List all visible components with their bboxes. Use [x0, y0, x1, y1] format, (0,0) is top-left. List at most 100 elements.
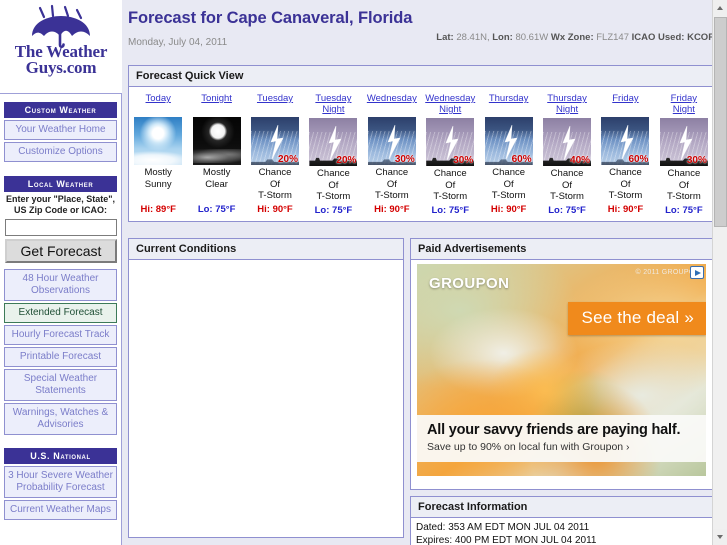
forecast-column: Friday Night 30% Chance Of T-Storm Lo: 75°F [655, 89, 713, 218]
sidebar-item-customize-options[interactable]: Customize Options [4, 142, 117, 162]
zip-note-line1: Enter your "Place, State", [5, 194, 116, 204]
groupon-ad-banner[interactable]: GROUPON © 2011 GROUPON See the deal » Al… [417, 264, 706, 476]
forecast-column: Tuesday Night 20% Chance Of T-Storm Lo: 75°F [304, 89, 362, 218]
scroll-up-arrow-icon[interactable] [713, 0, 727, 16]
forecast-information-panel: Forecast Information Dated: 353 AM EDT M… [410, 496, 714, 545]
current-conditions-body [129, 260, 403, 268]
icao-value: KCOF [687, 32, 714, 43]
tstorm-day-icon: 30% [367, 117, 416, 165]
sunny-icon [134, 117, 183, 165]
forecast-description: Chance Of T-Storm [433, 168, 468, 202]
forecast-description: Mostly Clear [202, 167, 231, 190]
forecast-column: Thursday 60% Chance Of T-Storm Hi: 90°F [479, 89, 537, 218]
quick-view-title: Forecast Quick View [129, 66, 713, 87]
forecast-description: Chance Of T-Storm [550, 168, 584, 202]
forecast-day-link[interactable]: Tonight [188, 89, 244, 117]
site-logo[interactable]: The Weather Guys.com [0, 0, 122, 94]
forecast-day-link[interactable]: Tuesday [247, 89, 303, 117]
scrollbar-thumb[interactable] [714, 17, 727, 227]
forecast-temperature: Lo: 75°F [197, 204, 236, 215]
tstorm-day-icon: 60% [484, 117, 533, 165]
forecast-column: Wednesday Night 30% Chance Of T-Storm Lo: 75°F [421, 89, 479, 218]
forecast-quick-view-panel: Forecast Quick View Today Mostly Sunny Hi: … [128, 65, 714, 222]
forecast-temperature: Lo: 75°F [431, 205, 470, 216]
precip-probability: 40% [570, 155, 591, 166]
zip-entry-note: Enter your "Place, State", US Zip Code o… [4, 194, 117, 216]
forecast-information-title: Forecast Information [411, 497, 713, 518]
sidebar-item-48-hour-observations[interactable]: 48 Hour Weather Observations [4, 269, 117, 301]
precip-probability: 20% [336, 155, 357, 166]
lon-value: 80.61W [515, 32, 549, 43]
groupon-logo: GROUPON [429, 275, 510, 292]
zip-note-line2: US Zip Code or ICAO: [14, 205, 107, 215]
forecast-day-link[interactable]: Today [130, 89, 186, 117]
main-content: Forecast for Cape Canaveral, Florida Mon… [122, 0, 720, 545]
sidebar-item-current-weather-maps[interactable]: Current Weather Maps [4, 500, 117, 520]
forecast-description: Chance Of T-Storm [666, 168, 701, 202]
sidebar-heading-local-weather: Local Weather [4, 176, 117, 192]
forecast-dated: Dated: 353 AM EDT MON JUL 04 2011 [416, 522, 590, 533]
forecast-description: Chance Of T-Storm [316, 168, 351, 202]
tstorm-night-icon: 40% [543, 118, 592, 166]
ad-headline: All your savvy friends are paying half. [427, 422, 681, 438]
forecast-temperature: Hi: 90°F [490, 204, 527, 215]
wx-zone-label: Wx Zone: [550, 32, 594, 43]
location-metadata: Lat: 28.41N, Lon: 80.61W Wx Zone: FLZ147… [436, 32, 714, 43]
forecast-day-link[interactable]: Tuesday Night [305, 89, 361, 118]
sidebar-item-your-weather-home[interactable]: Your Weather Home [4, 120, 117, 140]
forecast-temperature: Lo: 75°F [548, 205, 586, 216]
sidebar-item-warnings-watches-advisories[interactable]: Warnings, Watches & Advisories [4, 403, 117, 435]
tstorm-night-icon: 20% [309, 118, 358, 166]
sidebar-item-3-hour-severe-weather-probability[interactable]: 3 Hour Severe Weather Probability Foreca… [4, 466, 117, 498]
forecast-day-link[interactable]: Wednesday [364, 89, 420, 117]
ad-container: GROUPON © 2011 GROUPON See the deal » Al… [411, 260, 713, 482]
forecast-column: Today Mostly Sunny Hi: 89°F [129, 89, 187, 218]
scroll-down-arrow-icon[interactable] [713, 529, 727, 545]
ad-subline: Save up to 90% on local fun with Groupon… [427, 441, 630, 453]
forecast-column: Thursday Night 40% Chance Of T-Storm Lo: 75°F [538, 89, 596, 218]
header-subline: Monday, July 04, 2011 Lat: 28.41N, Lon: … [122, 28, 720, 48]
forecast-temperature: Hi: 90°F [257, 204, 293, 215]
forecast-description: Chance Of T-Storm [374, 167, 409, 201]
location-search-input[interactable] [5, 219, 117, 236]
forecast-information-body: Dated: 353 AM EDT MON JUL 04 2011 Expire… [411, 518, 713, 545]
adchoices-icon[interactable] [690, 266, 704, 279]
lon-label: Lon: [492, 32, 513, 43]
sidebar-item-printable-forecast[interactable]: Printable Forecast [4, 347, 117, 367]
tstorm-night-icon: 30% [426, 118, 475, 166]
forecast-day-link[interactable]: Thursday [480, 89, 536, 117]
tstorm-day-icon: 60% [601, 117, 650, 165]
precip-probability: 30% [394, 154, 415, 165]
forecast-description: Mostly Sunny [144, 167, 172, 190]
quick-view-body: Today Mostly Sunny Hi: 89°F Tonight Mostly Cle… [129, 87, 713, 221]
forecast-day-link[interactable]: Wednesday Night [422, 89, 478, 118]
forecast-columns: Today Mostly Sunny Hi: 89°F Tonight Mostly Cle… [129, 89, 713, 218]
sidebar: The Weather Guys.com Custom Weather Your… [0, 0, 122, 545]
forecast-column: Tuesday 20% Chance Of T-Storm Hi: 90°F [246, 89, 304, 218]
icao-label: ICAO Used: [631, 32, 685, 43]
ad-caption: All your savvy friends are paying half. … [417, 415, 706, 462]
forecast-date: Monday, July 04, 2011 [128, 37, 228, 48]
see-the-deal-button[interactable]: See the deal » [567, 302, 706, 335]
current-conditions-panel: Current Conditions [128, 238, 404, 538]
paid-advertisements-title: Paid Advertisements [411, 239, 713, 260]
precip-probability: 60% [511, 154, 532, 165]
paid-advertisements-panel: Paid Advertisements GROUPON © 2011 GROUP… [410, 238, 714, 490]
forecast-day-link[interactable]: Friday Night [656, 89, 712, 118]
sidebar-item-extended-forecast[interactable]: Extended Forecast [4, 303, 117, 323]
forecast-column: Wednesday 30% Chance Of T-Storm Hi: 90°F [363, 89, 421, 218]
sidebar-item-special-weather-statements[interactable]: Special Weather Statements [4, 369, 117, 401]
forecast-temperature: Hi: 89°F [140, 204, 176, 215]
tstorm-day-icon: 20% [251, 117, 300, 165]
forecast-description: Chance Of T-Storm [258, 167, 292, 201]
get-forecast-button[interactable]: Get Forecast [5, 239, 117, 263]
forecast-temperature: Lo: 75°F [314, 205, 353, 216]
sidebar-item-hourly-forecast-track[interactable]: Hourly Forecast Track [4, 325, 117, 345]
weather-forecast-page: The Weather Guys.com Custom Weather Your… [0, 0, 727, 545]
precip-probability: 30% [453, 155, 474, 166]
forecast-temperature: Lo: 75°F [665, 205, 703, 216]
page-scrollbar[interactable] [712, 0, 727, 545]
forecast-column: Tonight Mostly Clear Lo: 75°F [187, 89, 245, 218]
forecast-day-link[interactable]: Thursday Night [539, 89, 595, 118]
forecast-day-link[interactable]: Friday [597, 89, 653, 117]
